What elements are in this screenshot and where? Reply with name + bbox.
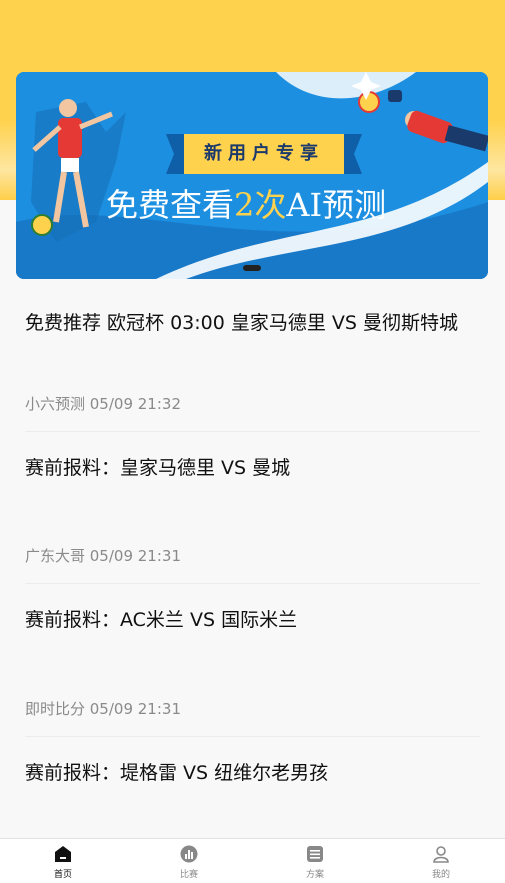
tab-label: 我的 (431, 870, 450, 880)
tab-label: 比赛 (179, 870, 198, 880)
divider (25, 583, 480, 584)
headline-suffix: AI预测 (286, 186, 387, 224)
tab-label: 首页 (53, 870, 72, 880)
tab-matches[interactable]: 比赛 (126, 839, 252, 883)
item-meta: 小六预测 05/09 21:32 (25, 395, 181, 413)
banner-illustration (16, 72, 488, 279)
bottom-tab-bar: 首页 比赛 方案 我的 (0, 838, 505, 883)
item-meta: 即时比分 05/09 21:31 (25, 700, 181, 718)
featured-recommendation[interactable]: 免费推荐 欧冠杯 03:00 皇家马德里 VS 曼彻斯特城 (25, 308, 458, 335)
promo-headline: 免费查看2次AI预测 (106, 180, 436, 230)
home-icon (55, 846, 71, 862)
tab-plans[interactable]: 方案 (252, 839, 378, 883)
divider (25, 736, 480, 737)
tab-profile[interactable]: 我的 (378, 839, 504, 883)
carousel-indicator[interactable] (243, 265, 261, 271)
item-title[interactable]: 赛前报料：皇家马德里 VS 曼城 (25, 453, 290, 480)
item-meta: 广东大哥 05/09 21:31 (25, 547, 181, 565)
item-title[interactable]: 赛前报料：堤格雷 VS 纽维尔老男孩 (25, 758, 328, 785)
divider (25, 431, 480, 432)
tab-home[interactable]: 首页 (0, 839, 126, 883)
headline-prefix: 免费查看 (106, 186, 235, 224)
promo-tag: 新用户专享 (184, 134, 344, 174)
tab-label: 方案 (305, 870, 324, 880)
user-icon (433, 846, 449, 863)
stats-icon (180, 845, 198, 863)
item-title[interactable]: 赛前报料：AC米兰 VS 国际米兰 (25, 605, 297, 632)
list-icon (307, 846, 323, 862)
promo-tag-label: 新用户专享 (204, 143, 324, 164)
promo-banner[interactable]: 新用户专享 免费查看2次AI预测 (16, 72, 488, 279)
headline-highlight: 2次 (234, 186, 287, 224)
